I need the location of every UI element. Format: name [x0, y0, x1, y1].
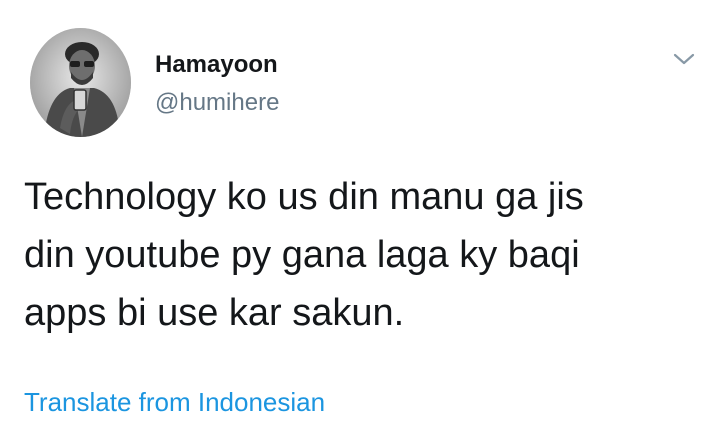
author-block: Hamayoon @humihere [155, 50, 279, 118]
chevron-down-icon [673, 53, 695, 65]
tweet-text: Technology ko us din manu ga jis din you… [24, 176, 584, 334]
tweet-card: Hamayoon @humihere Technology ko us din … [0, 0, 718, 443]
author-avatar[interactable] [30, 28, 131, 137]
author-handle[interactable]: @humihere [155, 88, 279, 118]
avatar-photo-icon [30, 28, 131, 137]
tweet-menu-button[interactable] [672, 50, 696, 68]
translate-tweet-link[interactable]: Translate from Indonesian [24, 386, 325, 418]
author-display-name[interactable]: Hamayoon [155, 50, 279, 80]
